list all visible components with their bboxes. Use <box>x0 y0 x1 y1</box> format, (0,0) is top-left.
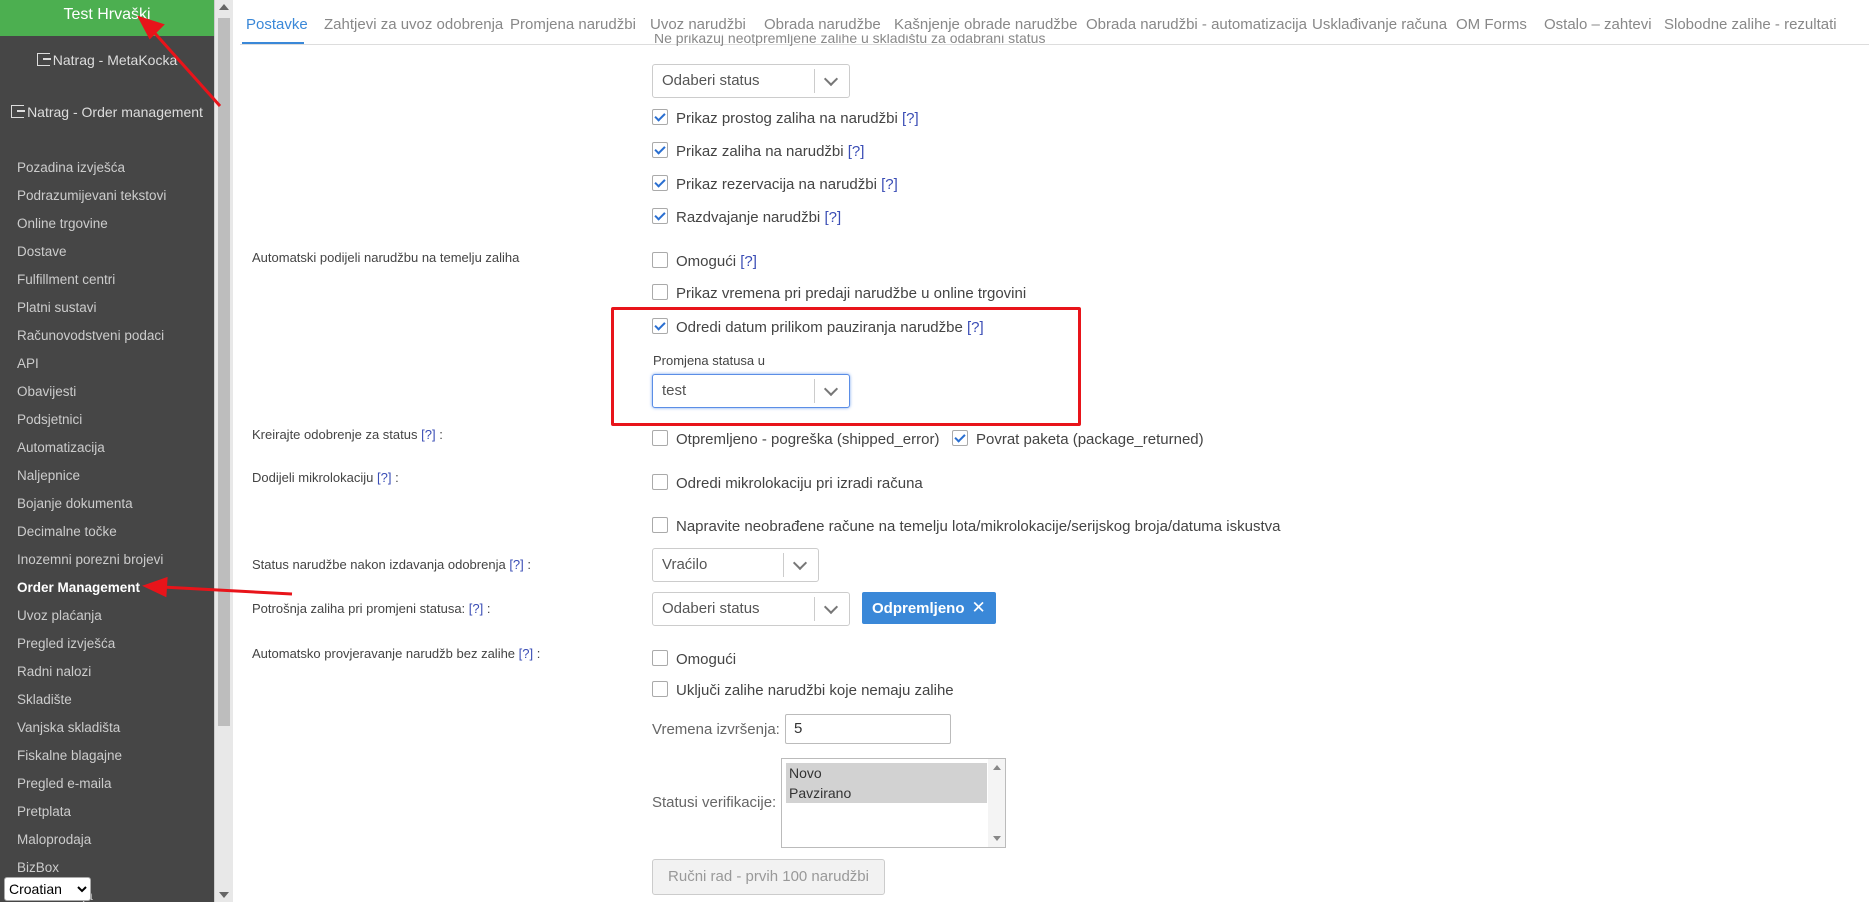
label-vremena: Vremena izvršenja: <box>652 721 780 738</box>
sidebar-item[interactable]: Radni nalozi <box>0 658 214 686</box>
checkbox-shipped-error[interactable]: Otpremljeno - pogreška (shipped_error) <box>652 430 939 448</box>
tab-uvoz-narudzbi[interactable]: Uvoz narudžbi <box>650 16 746 33</box>
label-kreirajte-odobrenje: Kreirajte odobrenje za status [?] : <box>252 427 443 442</box>
checkbox-omoguci[interactable]: Omogući [?] <box>652 252 757 270</box>
checkbox-checked[interactable] <box>652 208 668 224</box>
sidebar-item[interactable]: Naljepnice <box>0 462 214 490</box>
company-title[interactable]: Test Hrvaški <box>0 0 214 36</box>
sidebar-item[interactable]: Vanjska skladišta <box>0 714 214 742</box>
checkbox-prikaz-prostog-zaliha[interactable]: Prikaz prostog zaliha na narudžbi [?] <box>652 109 919 127</box>
sidebar-item[interactable]: Bojanje dokumenta <box>0 490 214 518</box>
tab-obrada-automatizacija[interactable]: Obrada narudžbi - automatizacija <box>1086 16 1307 33</box>
tab-uskladivanje-racuna[interactable]: Usklađivanje računa <box>1312 16 1447 33</box>
sidebar-item[interactable]: Pregled e-maila <box>0 770 214 798</box>
checkbox-prikaz-zaliha[interactable]: Prikaz zaliha na narudžbi [?] <box>652 142 864 160</box>
sidebar-item[interactable]: Automatizacija <box>0 434 214 462</box>
checkbox-unchecked[interactable] <box>652 650 668 666</box>
checkbox-unchecked[interactable] <box>652 252 668 268</box>
status-select-potrosnja[interactable]: Odaberi status <box>652 592 850 626</box>
listbox-scrollbar[interactable] <box>988 759 1005 847</box>
sidebar-item[interactable]: Platni sustavi <box>0 294 214 322</box>
checkbox-package-returned[interactable]: Povrat paketa (package_returned) <box>952 430 1204 448</box>
sidebar-item[interactable]: Podrazumijevani tekstovi <box>0 182 214 210</box>
listbox-option[interactable]: Pavzirano <box>789 783 987 803</box>
checkbox-prikaz-rezervacija[interactable]: Prikaz rezervacija na narudžbi [?] <box>652 175 898 193</box>
sidebar-item[interactable]: Pregled izvješća <box>0 630 214 658</box>
checkbox-checked[interactable] <box>952 430 968 446</box>
tab-obrada-narudzbe[interactable]: Obrada narudžbe <box>764 16 881 33</box>
chevron-down-icon <box>823 71 839 87</box>
statusi-listbox[interactable]: Novo Pavzirano <box>781 758 1006 848</box>
tag-odpremljeno: Odpremljeno ✕ <box>862 592 996 624</box>
tab-ostalo-zahtevi[interactable]: Ostalo – zahtevi <box>1544 16 1652 33</box>
tab-kasnjenje-obrade[interactable]: Kašnjenje obrade narudžbe <box>894 16 1077 33</box>
tab-postavke[interactable]: Postavke <box>246 16 308 33</box>
sidebar-item[interactable]: Pozadina izvješća <box>0 154 214 182</box>
label-auto-provjera: Automatsko provjeravanje narudžb bez zal… <box>252 646 541 661</box>
sidebar-item[interactable]: Skladište <box>0 686 214 714</box>
tab-promjena-narudzbi[interactable]: Promjena narudžbi <box>510 16 636 33</box>
back-metakocka-link[interactable]: Natrag - MetaKocka <box>0 52 214 68</box>
cut-off-label: Ne prikazuj neotpremljene zalihe u sklad… <box>654 34 1046 46</box>
sidebar-item-order-management[interactable]: Order Management <box>0 574 214 602</box>
sidebar-menu: Pozadina izvješća Podrazumijevani teksto… <box>0 154 214 902</box>
sidebar-item[interactable]: Uvoz plaćanja <box>0 602 214 630</box>
sign-out-icon <box>36 53 51 66</box>
tab-bar: Postavke Zahtjevi za uvoz odobrenja Prom… <box>240 0 1869 45</box>
sidebar-item[interactable]: Podsjetnici <box>0 406 214 434</box>
checkbox-neobradene-racune[interactable]: Napravite neobrađene račune na temelju l… <box>652 517 1280 535</box>
vremena-input[interactable]: 5 <box>785 714 951 744</box>
scroll-thumb[interactable] <box>218 18 230 726</box>
checkbox-razdvajanje[interactable]: Razdvajanje narudžbi [?] <box>652 208 841 226</box>
checkbox-unchecked[interactable] <box>652 430 668 446</box>
checkbox-ukljuci-zalihe[interactable]: Uključi zalihe narudžbi koje nemaju zali… <box>652 681 954 699</box>
sidebar-item[interactable]: Decimalne točke <box>0 518 214 546</box>
sign-out-icon <box>11 105 26 118</box>
checkbox-unchecked[interactable] <box>652 681 668 697</box>
scroll-down-icon[interactable] <box>219 892 229 898</box>
rucni-rad-button[interactable]: Ručni rad - prvih 100 narudžbi <box>652 859 885 895</box>
checkbox-unchecked[interactable] <box>652 517 668 533</box>
sidebar-scrollbar[interactable] <box>214 0 233 902</box>
sidebar-item[interactable]: Maloprodaja <box>0 826 214 854</box>
label-statusi-verifikacije: Statusi verifikacije: <box>652 794 777 811</box>
checkbox-prikaz-vremena[interactable]: Prikaz vremena pri predaji narudžbe u on… <box>652 284 1026 302</box>
sidebar-item[interactable]: Online trgovine <box>0 210 214 238</box>
remove-tag-icon[interactable]: ✕ <box>972 592 986 623</box>
sidebar-item[interactable]: API <box>0 350 214 378</box>
label-status-nakon: Status narudžbe nakon izdavanja odobrenj… <box>252 557 532 572</box>
checkbox-checked[interactable] <box>652 142 668 158</box>
listbox-option[interactable]: Novo <box>789 763 987 783</box>
sidebar-item[interactable]: Dostave <box>0 238 214 266</box>
checkbox-omoguci-2[interactable]: Omogući <box>652 650 736 668</box>
back-order-management-link[interactable]: Natrag - Order management <box>0 104 214 120</box>
checkbox-checked[interactable] <box>652 175 668 191</box>
sidebar-item[interactable]: Fiskalne blagajne <box>0 742 214 770</box>
checkbox-checked[interactable] <box>652 109 668 125</box>
sidebar-item[interactable]: Računovodstveni podaci <box>0 322 214 350</box>
tab-slobodne-zalihe[interactable]: Slobodne zalihe - rezultati <box>1664 16 1837 33</box>
status-select-nakon[interactable]: Vraćilo <box>652 548 819 582</box>
label-potrosnja: Potrošnja zaliha pri promjeni statusa: [… <box>252 601 491 616</box>
scroll-up-icon[interactable] <box>219 4 229 10</box>
annotation-highlight-box <box>611 307 1081 426</box>
active-tab-underline <box>242 42 304 44</box>
sidebar-item[interactable]: Inozemni porezni brojevi <box>0 546 214 574</box>
tab-zahtjevi-uvoz[interactable]: Zahtjevi za uvoz odobrenja <box>324 16 503 33</box>
status-select-1[interactable]: Odaberi status <box>652 64 850 98</box>
tab-om-forms[interactable]: OM Forms <box>1456 16 1527 33</box>
label-auto-podijeli: Automatski podijeli narudžbu na temelju … <box>252 250 520 265</box>
label-mikrolokacija: Dodijeli mikrolokaciju [?] : <box>252 470 399 485</box>
chevron-down-icon <box>823 599 839 615</box>
sidebar-item[interactable]: Obavijesti <box>0 378 214 406</box>
sidebar: Test Hrvaški Natrag - MetaKocka Natrag -… <box>0 0 214 902</box>
language-select[interactable]: Croatian <box>4 877 91 901</box>
checkbox-unchecked[interactable] <box>652 474 668 490</box>
checkbox-mikrolokacija[interactable]: Odredi mikrolokaciju pri izradi računa <box>652 474 923 492</box>
chevron-down-icon <box>792 555 808 571</box>
sidebar-item[interactable]: Fulfillment centri <box>0 266 214 294</box>
checkbox-unchecked[interactable] <box>652 284 668 300</box>
sidebar-item[interactable]: Pretplata <box>0 798 214 826</box>
